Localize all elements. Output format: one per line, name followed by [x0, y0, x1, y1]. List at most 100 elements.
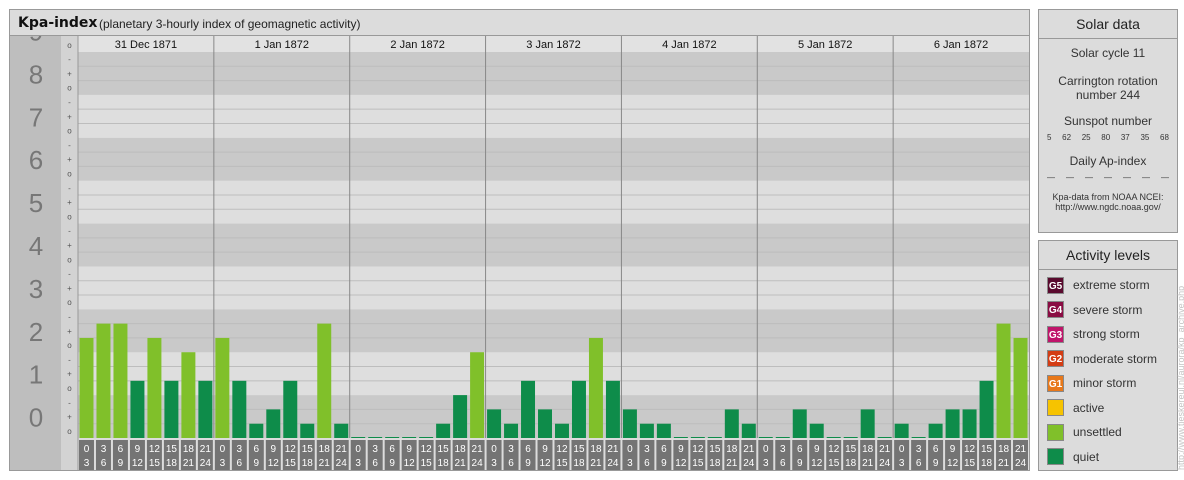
hour-start-label: 21 — [1015, 444, 1027, 455]
kp-bar — [792, 409, 807, 438]
y-minor-tick-label: - — [68, 98, 71, 107]
kp-bar — [453, 395, 468, 438]
y-tick-label-0: 0 — [29, 403, 43, 433]
y-minor-tick-label: - — [68, 355, 71, 364]
hour-end-label: 12 — [132, 458, 144, 469]
source-link[interactable]: http://www.ngdc.noaa.gov/ — [1039, 202, 1177, 212]
hour-end-label: 9 — [661, 458, 667, 469]
legend-item-active: active — [1047, 398, 1104, 418]
sunspot-value: 37 — [1120, 133, 1130, 142]
chart-header: Kpa-index (planetary 3-hourly index of g… — [10, 10, 1029, 36]
kp-bar — [656, 423, 671, 438]
kp-bar — [639, 423, 654, 438]
hour-end-label: 6 — [780, 458, 786, 469]
ap-index-label: Daily Ap-index — [1069, 154, 1147, 168]
solar-cycle: Solar cycle 11 — [1070, 46, 1146, 60]
legend-label: minor storm — [1073, 376, 1137, 390]
carrington-rotation-line2: number 244 — [1075, 88, 1141, 102]
legend-swatch: G5 — [1047, 276, 1064, 294]
hour-start-label: 18 — [862, 444, 874, 455]
hour-end-label: 3 — [763, 458, 769, 469]
legend-item-quiet: quiet — [1047, 447, 1099, 467]
hour-end-label: 15 — [828, 458, 840, 469]
day-label: 6 Jan 1872 — [934, 39, 988, 51]
legend-item-minor-storm: G1 minor storm — [1047, 373, 1136, 393]
kp-bar — [436, 423, 451, 438]
kp-bar — [79, 337, 94, 438]
kp-bar — [588, 337, 603, 438]
y-minor-tick-label: o — [67, 170, 72, 179]
legend-swatch: G2 — [1047, 350, 1064, 367]
y-tick-label-3: 3 — [29, 274, 43, 304]
y-minor-tick-label: + — [67, 241, 72, 250]
kp-bar — [147, 337, 162, 438]
hour-start-label: 0 — [763, 444, 769, 455]
legend-label: unsettled — [1073, 425, 1122, 439]
hour-end-label: 6 — [101, 458, 107, 469]
kp-bar-zero — [877, 437, 892, 438]
kp-bar — [962, 409, 977, 438]
hour-end-label: 18 — [845, 458, 857, 469]
solar-data-panel: Solar data Solar cycle 11 Carrington rot… — [1038, 9, 1178, 233]
y-minor-tick-label: o — [67, 298, 72, 307]
hour-end-label: 9 — [933, 458, 939, 469]
hour-start-label: 12 — [285, 444, 297, 455]
sunspot-value: 25 — [1081, 133, 1091, 142]
sunspot-value: 5 — [1047, 133, 1052, 142]
y-minor-tick-label: + — [67, 155, 72, 164]
hour-start-label: 6 — [525, 444, 531, 455]
band-6 — [78, 137, 1029, 181]
chart-subtitle: (planetary 3-hourly index of geomagnetic… — [99, 17, 361, 31]
kp-bar — [504, 423, 519, 438]
legend-item-extreme-storm: G5 extreme storm — [1047, 275, 1150, 295]
hour-start-label: 15 — [845, 444, 857, 455]
hour-end-label: 24 — [1015, 458, 1027, 469]
y-minor-tick-label: + — [67, 370, 72, 379]
y-tick-label-4: 4 — [29, 231, 43, 261]
y-minor-tick-label: + — [67, 413, 72, 422]
hour-end-label: 15 — [964, 458, 976, 469]
hour-end-label: 21 — [726, 458, 738, 469]
hour-start-label: 6 — [933, 444, 939, 455]
hour-start-label: 15 — [709, 444, 721, 455]
kp-bar — [521, 380, 536, 438]
hour-start-label: 18 — [319, 444, 331, 455]
hour-start-label: 21 — [472, 444, 484, 455]
kp-bar-zero — [368, 437, 383, 438]
hour-start-label: 18 — [726, 444, 738, 455]
hour-end-label: 15 — [421, 458, 433, 469]
y-minor-tick-label: - — [68, 270, 71, 279]
kp-bar-zero — [843, 437, 858, 438]
hour-start-label: 18 — [183, 444, 195, 455]
kpa-chart-panel: Kpa-index (planetary 3-hourly index of g… — [9, 9, 1030, 471]
hour-end-label: 12 — [268, 458, 280, 469]
kp-bar — [622, 409, 637, 438]
hour-start-label: 6 — [118, 444, 124, 455]
legend-swatch: G4 — [1047, 301, 1064, 318]
y-tick-label-8: 8 — [29, 59, 43, 89]
day-label: 4 Jan 1872 — [662, 39, 716, 51]
legend-label: strong storm — [1073, 327, 1140, 341]
activity-levels-title: Activity levels — [1039, 241, 1177, 270]
y-tick-label-2: 2 — [29, 317, 43, 347]
sunspot-value: 62 — [1062, 133, 1072, 142]
kp-bar — [317, 323, 332, 438]
hour-end-label: 9 — [797, 458, 803, 469]
hour-end-label: 9 — [118, 458, 124, 469]
ap-index-value: — — [1104, 173, 1112, 182]
chart-title: Kpa-index — [18, 15, 98, 31]
y-tick-label-9: 9 — [29, 36, 43, 47]
kp-bar — [487, 409, 502, 438]
watermark-url: http://www.tieskereul.nl/aurora/kp_archi… — [1176, 285, 1184, 470]
solar-data-title: Solar data — [1039, 10, 1177, 39]
kp-bar — [470, 352, 485, 438]
hour-end-label: 21 — [998, 458, 1010, 469]
hour-end-label: 6 — [237, 458, 243, 469]
hour-start-label: 15 — [573, 444, 585, 455]
hour-start-label: 21 — [336, 444, 348, 455]
kp-bar-zero — [351, 437, 366, 438]
hour-start-label: 6 — [797, 444, 803, 455]
kp-bar — [741, 423, 756, 438]
day-label: 3 Jan 1872 — [526, 39, 580, 51]
hour-start-label: 3 — [372, 444, 378, 455]
